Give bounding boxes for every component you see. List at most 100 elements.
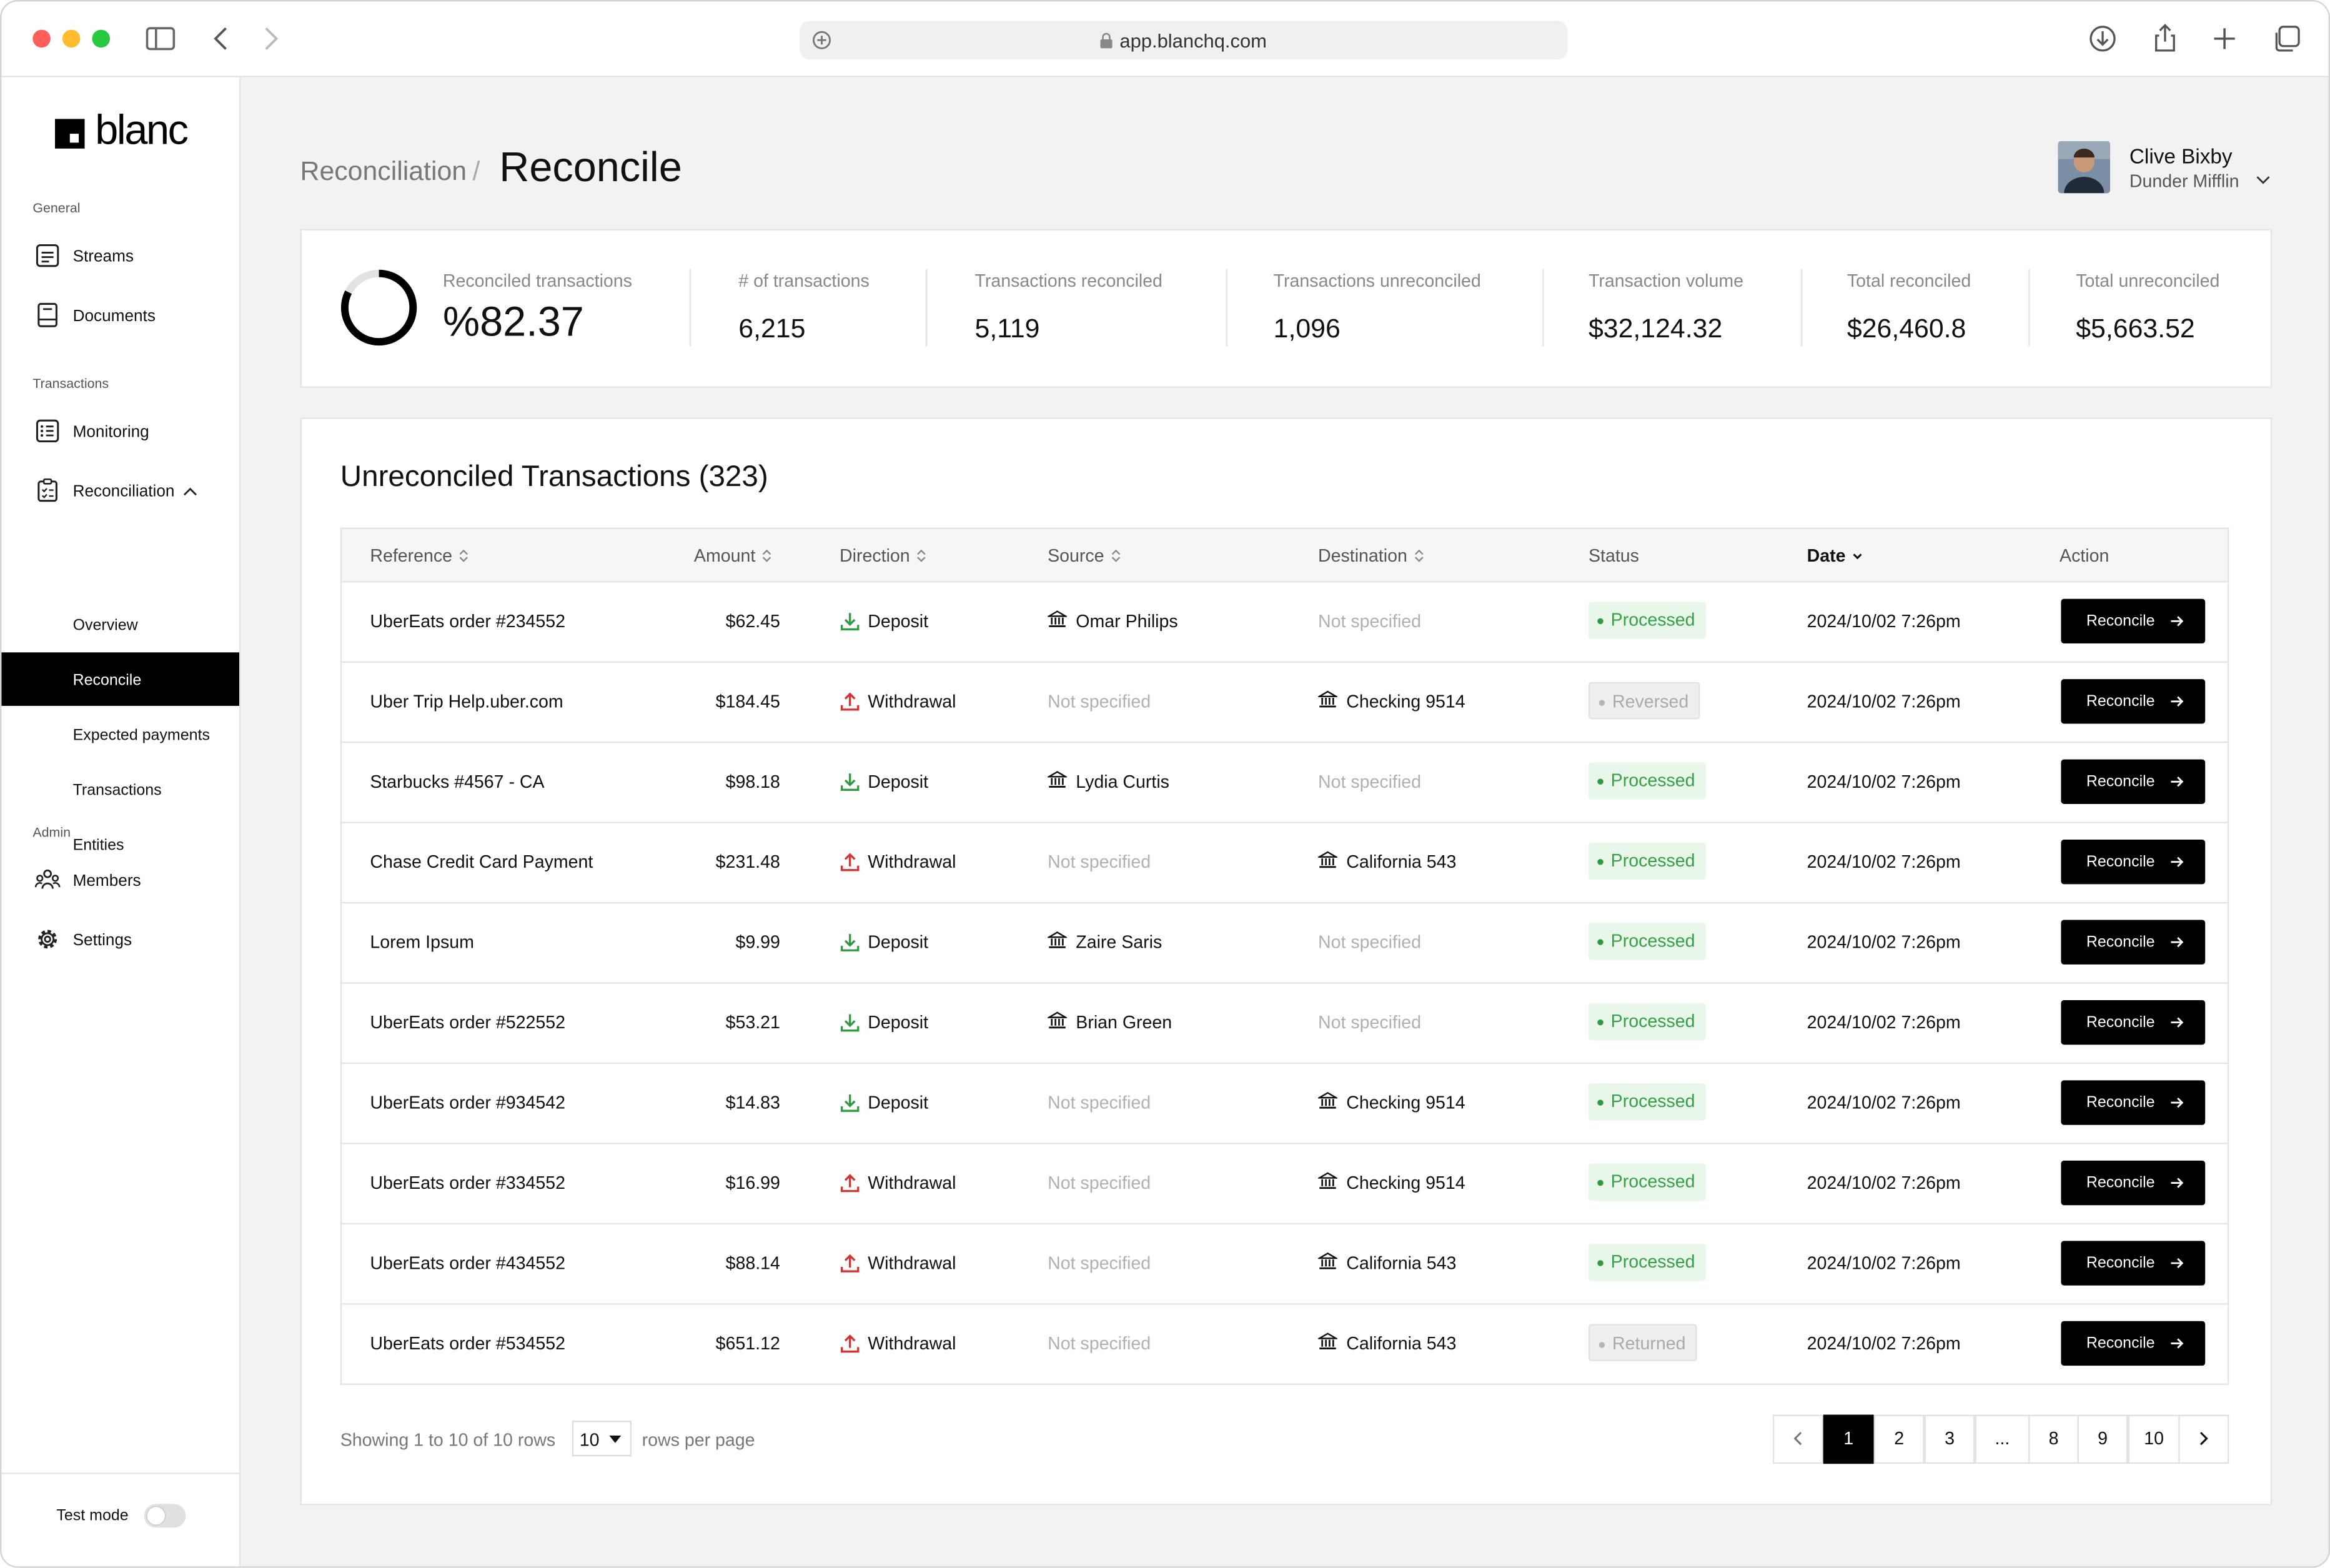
pagination-next-button[interactable]: [2178, 1414, 2229, 1464]
cell-source: Not specified: [1048, 1253, 1151, 1274]
cell-direction: Deposit: [868, 1011, 929, 1033]
pagination-page-button[interactable]: 8: [2028, 1414, 2079, 1464]
column-header-amount[interactable]: Amount: [694, 545, 773, 566]
withdrawal-arrow-icon: [840, 1254, 860, 1273]
user-name[interactable]: Clive Bixby: [2129, 144, 2233, 168]
cell-destination: California 543: [1346, 1253, 1457, 1274]
reconcile-button[interactable]: Reconcile: [2061, 598, 2206, 644]
reconcile-button[interactable]: Reconcile: [2061, 920, 2206, 965]
column-header-direction[interactable]: Direction: [840, 545, 928, 566]
cell-amount: $53.21: [725, 1011, 780, 1033]
chevron-right-icon: [2199, 1432, 2208, 1446]
status-badge: Processed: [1588, 842, 1706, 880]
cell-reference: UberEats order #522552: [370, 1011, 565, 1033]
reconcile-button[interactable]: Reconcile: [2061, 1241, 2206, 1286]
cell-date: 2024/10/02 7:26pm: [1807, 771, 1961, 792]
stat-value: 5,119: [974, 313, 1040, 344]
reconcile-button[interactable]: Reconcile: [2061, 759, 2206, 804]
sort-icon: [460, 549, 468, 562]
stat-label-reconciled: Reconciled transactions: [442, 270, 632, 292]
sidebar-item-label: Transactions: [72, 782, 162, 800]
sidebar-item-members[interactable]: Members: [1, 853, 239, 906]
chevron-left-icon: [1793, 1432, 1802, 1446]
reconcile-button[interactable]: Reconcile: [2061, 679, 2206, 724]
status-badge: Processed: [1588, 923, 1706, 960]
deposit-arrow-icon: [840, 1094, 860, 1112]
table-header: Reference Amount Direction Source Destin…: [340, 527, 2229, 583]
status-badge: Processed: [1588, 1244, 1706, 1281]
pagination-page-button[interactable]: 10: [2128, 1414, 2180, 1464]
section-label-admin: Admin: [32, 825, 71, 840]
minimize-window-button[interactable]: [62, 29, 81, 48]
address-bar[interactable]: app.blanchq.com: [799, 21, 1568, 60]
column-header-date[interactable]: Date: [1807, 545, 1863, 566]
table-row: UberEats order #234552 $62.45 Deposit Omar …: [340, 582, 2229, 663]
cell-source: Lydia Curtis: [1076, 771, 1169, 792]
status-badge: Reversed: [1588, 682, 1701, 720]
chevron-up-icon[interactable]: [183, 486, 198, 497]
column-header-destination[interactable]: Destination: [1318, 545, 1425, 566]
sidebar-item-overview[interactable]: Overview: [1, 597, 239, 651]
status-badge: Processed: [1588, 1163, 1706, 1201]
table-row: UberEats order #334552 $16.99 Withdrawal No…: [340, 1144, 2229, 1225]
download-icon[interactable]: [2086, 22, 2119, 55]
cell-destination: Checking 9514: [1346, 1092, 1465, 1113]
column-header-reference[interactable]: Reference: [370, 545, 470, 566]
withdrawal-arrow-icon: [840, 1334, 860, 1353]
close-window-button[interactable]: [32, 29, 51, 48]
cell-source: Not specified: [1048, 691, 1151, 712]
cell-direction: Withdrawal: [868, 691, 956, 712]
stats-card: Reconciled transactions %82.37 # of tran…: [300, 229, 2273, 388]
pagination-page-button[interactable]: 9: [2077, 1414, 2128, 1464]
breadcrumb-parent-link[interactable]: Reconciliation: [300, 156, 467, 187]
forward-arrow-icon[interactable]: [254, 22, 287, 55]
stat-value: 1,096: [1273, 313, 1341, 344]
sort-icon: [917, 549, 926, 562]
pagination-page-button[interactable]: 2: [1873, 1414, 1925, 1464]
reconcile-button[interactable]: Reconcile: [2061, 1000, 2206, 1045]
cell-reference: Uber Trip Help.uber.com: [370, 691, 563, 712]
stat-label: Total unreconciled: [2076, 270, 2220, 292]
column-header-source[interactable]: Source: [1048, 545, 1122, 566]
sidebar-item-reconciliation[interactable]: Reconciliation: [1, 464, 239, 517]
cell-direction: Deposit: [868, 771, 929, 792]
sidebar-item-settings[interactable]: Settings: [1, 913, 239, 966]
rows-per-page-label: rows per page: [642, 1429, 755, 1451]
column-header-label: Direction: [840, 545, 910, 567]
reconcile-button[interactable]: Reconcile: [2061, 1321, 2206, 1366]
sidebar-item-label: Streams: [72, 248, 134, 266]
avatar[interactable]: [2058, 141, 2110, 194]
test-mode-toggle[interactable]: [144, 1504, 186, 1528]
sidebar-item-streams[interactable]: Streams: [1, 229, 239, 282]
new-tab-icon[interactable]: [2208, 22, 2241, 55]
cell-direction: Withdrawal: [868, 1172, 956, 1194]
deposit-arrow-icon: [840, 934, 860, 951]
cell-reference: UberEats order #234552: [370, 610, 565, 632]
rows-per-page-select[interactable]: 10: [572, 1421, 632, 1457]
url-text: app.blanchq.com: [800, 30, 1568, 52]
arrow-right-icon: [2171, 616, 2184, 627]
chevron-down-icon[interactable]: [2256, 176, 2271, 186]
reconcile-button[interactable]: Reconcile: [2061, 1080, 2206, 1125]
status-badge: Processed: [1588, 762, 1706, 800]
status-badge: Processed: [1588, 1083, 1706, 1121]
sidebar-item-expected-payments[interactable]: Expected payments: [1, 707, 239, 761]
sidebar-toggle-icon[interactable]: [144, 22, 177, 55]
reconcile-button-label: Reconcile: [2086, 1334, 2155, 1352]
sidebar-item-documents[interactable]: Documents: [1, 288, 239, 342]
reconcile-button[interactable]: Reconcile: [2061, 1160, 2206, 1206]
zoom-window-button[interactable]: [92, 29, 111, 48]
tabs-overview-icon[interactable]: [2271, 22, 2303, 55]
sidebar-item-monitoring[interactable]: Monitoring: [1, 404, 239, 458]
pagination-page-button[interactable]: 3: [1924, 1414, 1975, 1464]
sidebar-item-transactions[interactable]: Transactions: [1, 762, 239, 816]
sidebar-item-reconcile[interactable]: Reconcile: [1, 652, 239, 706]
stat-divider: [1801, 269, 1803, 347]
share-icon[interactable]: [2149, 22, 2181, 55]
back-arrow-icon[interactable]: [205, 22, 237, 55]
pagination-prev-button[interactable]: [1772, 1414, 1823, 1464]
cell-amount: $88.14: [725, 1253, 780, 1274]
reconcile-button[interactable]: Reconcile: [2061, 840, 2206, 885]
user-org[interactable]: Dunder Mifflin: [2129, 171, 2239, 192]
pagination-page-button[interactable]: 1: [1823, 1414, 1874, 1464]
